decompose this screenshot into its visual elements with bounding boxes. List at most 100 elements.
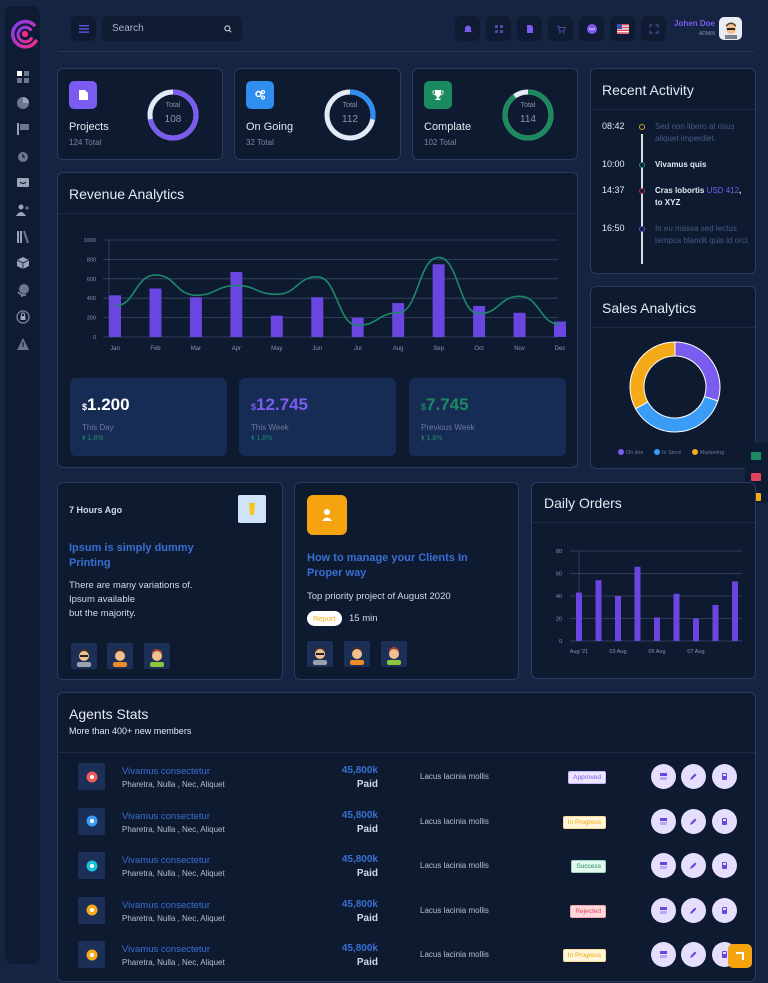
- hamburger-icon: [78, 24, 89, 33]
- projects-icon-box: [69, 81, 97, 109]
- files-button[interactable]: [517, 16, 542, 41]
- delete-button[interactable]: [712, 897, 737, 923]
- file-icon: [526, 24, 533, 33]
- post-body-line: There are many variations of.: [69, 580, 193, 591]
- agent-name[interactable]: Vivamus consectetur: [122, 766, 210, 777]
- pie-slice: [629, 341, 676, 410]
- delete-button[interactable]: [712, 808, 737, 834]
- sidebar-dashboard-icon[interactable]: [15, 70, 31, 84]
- x-tick-label: Aug '21: [570, 649, 588, 655]
- sidebar-chart-icon[interactable]: [15, 96, 31, 110]
- search-input[interactable]: [112, 23, 212, 34]
- sidebar: [5, 6, 40, 964]
- post-title[interactable]: Ipsum is simply dummy Printing: [69, 541, 229, 571]
- post-title[interactable]: How to manage your Clients In Proper way: [307, 551, 477, 581]
- edit-button[interactable]: [681, 764, 706, 789]
- edit-button[interactable]: [681, 808, 706, 834]
- agent-name[interactable]: Vivamus consectetur: [122, 944, 210, 955]
- sidebar-lock-icon[interactable]: [15, 310, 31, 324]
- x-tick-label: Jan: [110, 346, 120, 352]
- file-icon: [78, 90, 88, 100]
- agent-amount: 45,800k: [341, 898, 378, 910]
- order-bar: [595, 580, 602, 641]
- post-body-line: but the majority.: [69, 608, 136, 619]
- notifications-button[interactable]: [455, 16, 480, 41]
- sidebar-alarm-icon[interactable]: [15, 149, 31, 163]
- sidebar-message-icon[interactable]: [15, 176, 31, 190]
- person-icon: [387, 647, 401, 665]
- delete-button[interactable]: [712, 764, 737, 789]
- sidebar-flag-icon[interactable]: [15, 122, 31, 136]
- language-button[interactable]: [610, 16, 635, 41]
- user-role: ADMIN: [698, 31, 715, 37]
- tag-badge[interactable]: Report: [307, 611, 342, 626]
- x-tick-label: Mar: [191, 346, 201, 352]
- order-bar: [634, 566, 641, 641]
- change-value: 1.8%: [87, 435, 104, 442]
- agent-description: Pharetra, Nulla , Nec, Aliquet: [122, 824, 225, 834]
- agent-name[interactable]: Vivamus consectetur: [122, 811, 210, 822]
- agent-payment-status: Paid: [356, 779, 378, 790]
- y-tick-label: 200: [87, 316, 96, 322]
- chat-button[interactable]: [579, 16, 604, 41]
- avatar[interactable]: [144, 643, 170, 669]
- table-row: Vivamus consectetur Pharetra, Nulla , Nec…: [58, 891, 756, 935]
- agent-name[interactable]: Vivamus consectetur: [122, 855, 210, 866]
- table-row: Vivamus consectetur Pharetra, Nulla , Nec…: [58, 846, 756, 890]
- person-icon: [350, 647, 364, 665]
- edit-button[interactable]: [681, 853, 706, 878]
- brand-logo[interactable]: [7, 16, 43, 52]
- legend-label: Marketing: [700, 450, 724, 456]
- view-button[interactable]: [651, 853, 676, 878]
- complete-icon-box: [424, 81, 452, 109]
- trash-icon: [722, 817, 727, 825]
- cart-button[interactable]: [548, 16, 573, 41]
- agent-name[interactable]: Vivamus consectetur: [122, 900, 210, 911]
- corner-icon: [736, 952, 744, 960]
- agent-note: Lacus lacinia mollis: [420, 861, 489, 870]
- change: 🠙 1.8%: [421, 435, 443, 442]
- recent-activity-card: Recent Activity 08:42 Sed non libero at r…: [590, 68, 756, 274]
- x-tick-label: May: [271, 346, 282, 352]
- agent-note: Lacus lacinia mollis: [420, 905, 489, 915]
- avatar[interactable]: [71, 643, 97, 669]
- pencil-icon: [690, 862, 697, 869]
- card-divider: [591, 109, 755, 110]
- palette-icon: [78, 763, 105, 790]
- apps-button[interactable]: [486, 16, 511, 41]
- pencil-icon: [690, 773, 697, 780]
- edit-button[interactable]: [681, 897, 706, 923]
- avatar[interactable]: [307, 641, 333, 667]
- x-tick-label: 05 Aug: [648, 649, 665, 655]
- sidebar-library-icon[interactable]: [15, 230, 31, 244]
- status-badge: Approved: [568, 771, 606, 784]
- avatar[interactable]: [381, 641, 407, 667]
- search-icon[interactable]: [224, 24, 232, 33]
- agent-amount: 45,800k: [341, 854, 378, 865]
- x-tick-label: Oct: [474, 346, 484, 352]
- sidebar-add-user-icon[interactable]: [15, 203, 31, 217]
- sidebar-box-icon[interactable]: [15, 256, 31, 270]
- sidebar-warning-icon[interactable]: [15, 337, 31, 351]
- user-avatar[interactable]: [719, 17, 742, 40]
- menu-toggle-button[interactable]: [71, 16, 96, 41]
- view-button[interactable]: [651, 942, 676, 967]
- view-button[interactable]: [651, 764, 676, 789]
- delete-button[interactable]: [712, 853, 737, 878]
- amount: $1.200: [82, 395, 130, 415]
- avatar[interactable]: [107, 643, 133, 669]
- edit-button[interactable]: [681, 942, 706, 967]
- view-button[interactable]: [651, 897, 676, 923]
- image-icon[interactable]: [751, 473, 761, 481]
- avatar[interactable]: [344, 641, 370, 667]
- sidebar-globe-icon[interactable]: [15, 283, 31, 297]
- settings-fab[interactable]: [728, 944, 752, 968]
- money-icon[interactable]: [751, 452, 761, 460]
- card-icon: [660, 951, 667, 958]
- period-label: This Day: [82, 423, 114, 432]
- activity-text: Sed non libero at risus aliquet imperdie…: [655, 121, 750, 145]
- agent-payment-status: Paid: [356, 957, 378, 968]
- view-button[interactable]: [651, 808, 676, 834]
- status-badge: In Progress: [562, 815, 606, 829]
- user-name[interactable]: Johen Doe: [660, 19, 715, 28]
